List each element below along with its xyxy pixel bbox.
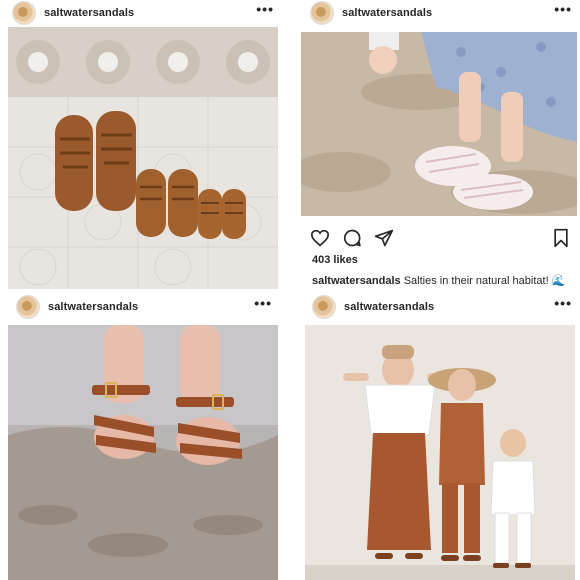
post-caption: saltwatersandals Salties in their natura…: [312, 274, 565, 287]
post-header: saltwatersandals •••: [310, 0, 572, 26]
avatar[interactable]: [310, 1, 334, 25]
post-header: saltwatersandals •••: [12, 0, 274, 26]
share-icon[interactable]: [374, 228, 394, 248]
avatar[interactable]: [12, 1, 36, 25]
post-image-three-kids-standing[interactable]: [305, 325, 575, 580]
more-options-button[interactable]: •••: [554, 2, 572, 16]
caption-username[interactable]: saltwatersandals: [312, 275, 401, 287]
caption-text: Salties in their natural habitat! 🌊: [403, 275, 566, 287]
post-image-sandals-in-water[interactable]: [8, 325, 278, 580]
post-image-child-sandals-sand[interactable]: [301, 32, 577, 216]
likes-count[interactable]: 403 likes: [312, 254, 358, 266]
post-actions: [310, 228, 406, 248]
more-options-button[interactable]: •••: [254, 296, 272, 310]
avatar[interactable]: [16, 295, 40, 319]
more-options-button[interactable]: •••: [256, 2, 274, 16]
more-options-button[interactable]: •••: [554, 296, 572, 310]
username-link[interactable]: saltwatersandals: [342, 7, 432, 19]
post-header: saltwatersandals •••: [312, 294, 572, 320]
avatar[interactable]: [312, 295, 336, 319]
username-link[interactable]: saltwatersandals: [344, 301, 434, 313]
heart-icon[interactable]: [310, 229, 330, 247]
comment-icon[interactable]: [342, 228, 362, 248]
post-header: saltwatersandals •••: [16, 294, 272, 320]
bookmark-icon[interactable]: [552, 228, 570, 253]
username-link[interactable]: saltwatersandals: [48, 301, 138, 313]
post-image-sandals-on-tile[interactable]: [8, 27, 278, 289]
username-link[interactable]: saltwatersandals: [44, 7, 134, 19]
